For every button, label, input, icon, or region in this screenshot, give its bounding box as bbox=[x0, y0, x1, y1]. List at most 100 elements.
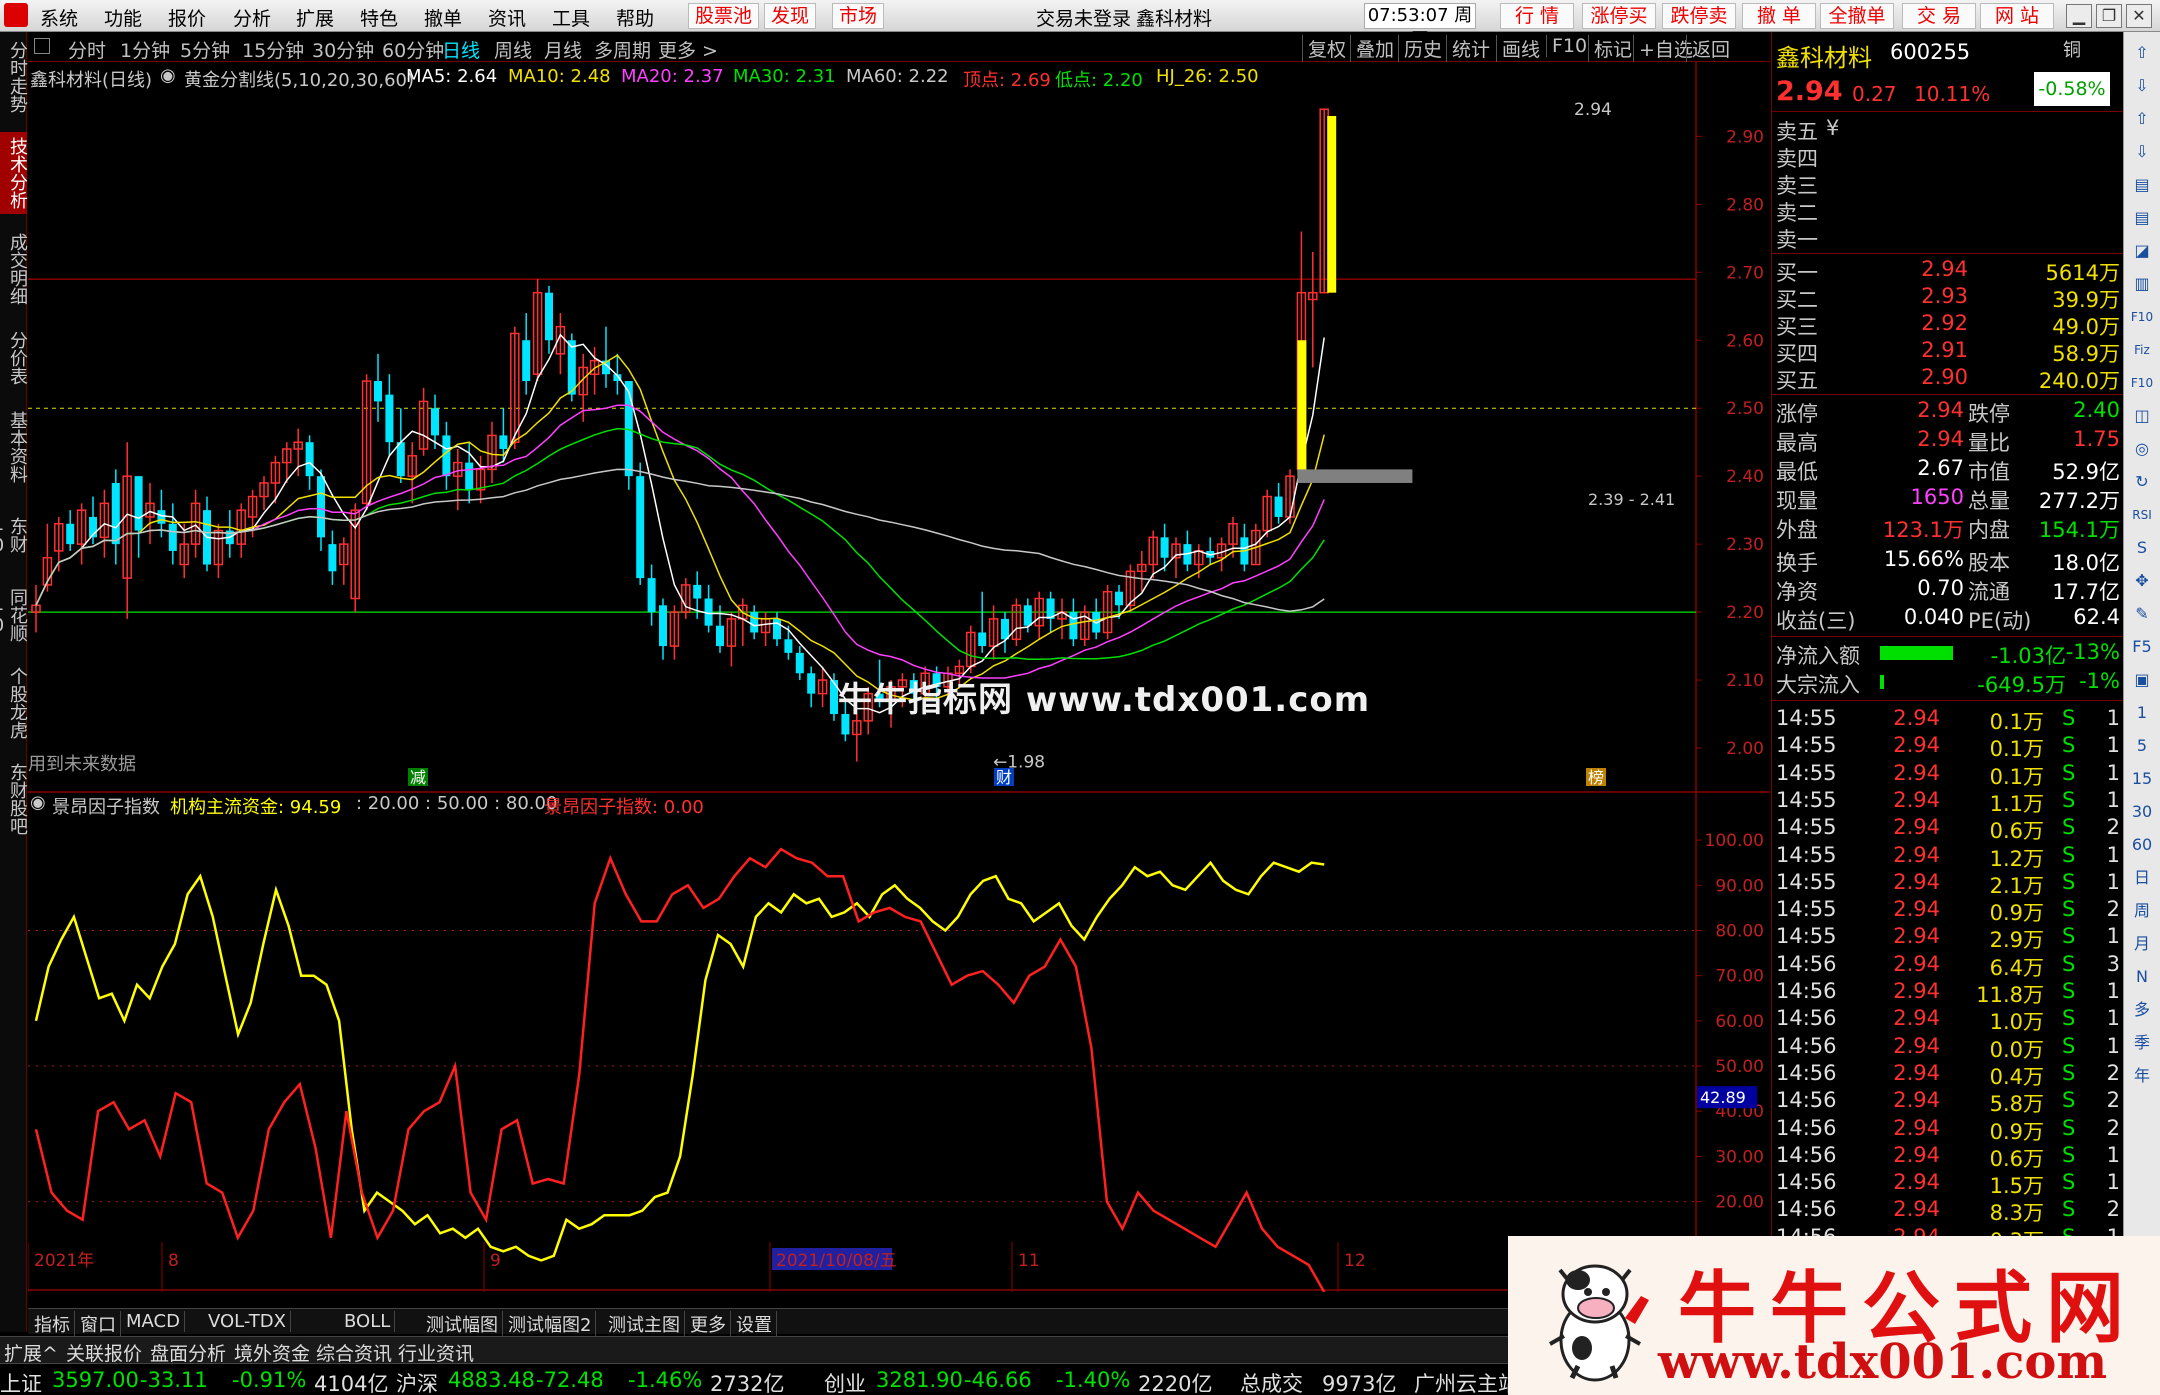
extension-tab-2[interactable]: 盘面分析 bbox=[150, 1339, 226, 1366]
right-tool-20[interactable]: 1 bbox=[2129, 700, 2155, 726]
right-tool-8[interactable]: F10 bbox=[2129, 304, 2155, 330]
right-tool-5[interactable]: ▤ bbox=[2129, 205, 2155, 231]
red-tool-2[interactable]: 市场 bbox=[832, 3, 885, 29]
period-tab-8[interactable]: 月线 bbox=[544, 36, 582, 63]
sell-row[interactable]: 卖五 ¥ bbox=[1772, 116, 2124, 144]
indicator-tab-3[interactable]: VOL-TDX bbox=[204, 1311, 291, 1332]
quick-button-5[interactable]: 交 易 bbox=[1902, 3, 1976, 29]
red-tool-1[interactable]: 发现 bbox=[764, 3, 817, 29]
sell-row[interactable]: 卖四 bbox=[1772, 143, 2124, 171]
sell-row[interactable]: 卖三 bbox=[1772, 170, 2124, 198]
right-tool-10[interactable]: F10 bbox=[2129, 370, 2155, 396]
chart-button-3[interactable]: 统计 bbox=[1446, 35, 1495, 62]
buy-row[interactable]: 买二 2.93 39.9万 bbox=[1772, 284, 2124, 312]
indicator-name[interactable]: 黄金分割线(5,10,20,30,60) bbox=[184, 66, 414, 92]
sell-row[interactable]: 卖一 bbox=[1772, 224, 2124, 252]
leftnav-item-1[interactable]: 技术分析 bbox=[0, 132, 28, 214]
extension-tab-4[interactable]: 综合资讯 bbox=[316, 1339, 392, 1366]
right-tool-22[interactable]: 15 bbox=[2129, 766, 2155, 792]
leftnav-item-8[interactable]: 东财股吧 bbox=[0, 758, 28, 840]
right-tool-0[interactable]: ⇧ bbox=[2129, 40, 2155, 66]
indicator-tab-0[interactable]: 指标 bbox=[30, 1311, 75, 1337]
menu-item-8[interactable]: 工具 bbox=[552, 4, 590, 31]
buy-row[interactable]: 买一 2.94 5614万 bbox=[1772, 257, 2124, 285]
chart-button-1[interactable]: 叠加 bbox=[1350, 35, 1399, 62]
menu-item-1[interactable]: 功能 bbox=[104, 4, 142, 31]
restore-button[interactable]: ❐ bbox=[2096, 4, 2122, 28]
period-tab-3[interactable]: 15分钟 bbox=[242, 36, 304, 63]
buy-row[interactable]: 买三 2.92 49.0万 bbox=[1772, 311, 2124, 339]
right-tool-18[interactable]: F5 bbox=[2129, 634, 2155, 660]
leftnav-item-6[interactable]: 同花顺10 bbox=[0, 582, 28, 648]
period-tab-10[interactable]: 更多 > bbox=[658, 36, 718, 63]
right-tool-21[interactable]: 5 bbox=[2129, 733, 2155, 759]
right-tool-26[interactable]: 周 bbox=[2129, 898, 2155, 924]
leftnav-item-0[interactable]: 分时走势 bbox=[0, 36, 28, 118]
leftnav-item-2[interactable]: 成交明细 bbox=[0, 228, 28, 310]
right-tool-14[interactable]: RSI bbox=[2129, 502, 2155, 528]
menu-item-7[interactable]: 资讯 bbox=[488, 4, 526, 31]
right-tool-4[interactable]: ▤ bbox=[2129, 172, 2155, 198]
chart-button-5[interactable]: F10 bbox=[1546, 35, 1592, 57]
right-tool-15[interactable]: S bbox=[2129, 535, 2155, 561]
chart-button-8[interactable]: 返回 bbox=[1686, 35, 1735, 62]
side-pct-badge[interactable]: -0.58% bbox=[2034, 72, 2110, 106]
period-tab-7[interactable]: 周线 bbox=[494, 36, 532, 63]
chart-button-2[interactable]: 历史 bbox=[1398, 35, 1447, 62]
chart-button-4[interactable]: 画线 bbox=[1496, 35, 1545, 62]
sub-indicator-name[interactable]: 景昂因子指数 bbox=[52, 793, 160, 819]
leftnav-item-3[interactable]: 分价表 bbox=[0, 324, 28, 392]
right-tool-6[interactable]: ◪ bbox=[2129, 238, 2155, 264]
indicator-tab-6[interactable]: 测试幅图2 bbox=[504, 1311, 597, 1337]
menu-item-9[interactable]: 帮助 bbox=[616, 4, 654, 31]
menu-item-4[interactable]: 扩展 bbox=[296, 4, 334, 31]
right-tool-19[interactable]: ▣ bbox=[2129, 667, 2155, 693]
extension-tab-3[interactable]: 境外资金 bbox=[234, 1339, 310, 1366]
quick-button-4[interactable]: 全撤单 bbox=[1820, 3, 1894, 29]
right-tool-30[interactable]: 季 bbox=[2129, 1030, 2155, 1056]
extension-tab-5[interactable]: 行业资讯 bbox=[398, 1339, 474, 1366]
right-tool-1[interactable]: ⇩ bbox=[2129, 73, 2155, 99]
leftnav-item-7[interactable]: 个股龙虎 bbox=[0, 662, 28, 744]
quick-button-2[interactable]: 跌停卖 bbox=[1662, 3, 1736, 29]
right-tool-7[interactable]: ▥ bbox=[2129, 271, 2155, 297]
red-tool-0[interactable]: 股票池 bbox=[688, 3, 760, 29]
menu-item-3[interactable]: 分析 bbox=[233, 4, 271, 31]
period-tab-9[interactable]: 多周期 bbox=[594, 36, 651, 63]
indicator-tab-8[interactable]: 更多 bbox=[686, 1311, 731, 1337]
quick-button-3[interactable]: 撤 单 bbox=[1742, 3, 1816, 29]
right-tool-17[interactable]: ✎ bbox=[2129, 601, 2155, 627]
right-tool-16[interactable]: ✥ bbox=[2129, 568, 2155, 594]
right-tool-29[interactable]: 多 bbox=[2129, 997, 2155, 1023]
extension-tab-0[interactable]: 扩展^ bbox=[4, 1339, 58, 1366]
chart-button-6[interactable]: 标记 bbox=[1588, 35, 1637, 62]
menu-item-2[interactable]: 报价 bbox=[168, 4, 206, 31]
indicator-tab-9[interactable]: 设置 bbox=[732, 1311, 777, 1337]
indicator-tab-5[interactable]: 测试幅图 bbox=[422, 1311, 503, 1337]
period-tab-0[interactable]: 分时 bbox=[68, 36, 106, 63]
extension-tab-1[interactable]: 关联报价 bbox=[66, 1339, 142, 1366]
leftnav-item-5[interactable]: 东财10 bbox=[0, 502, 28, 568]
right-tool-23[interactable]: 30 bbox=[2129, 799, 2155, 825]
buy-row[interactable]: 买四 2.91 58.9万 bbox=[1772, 338, 2124, 366]
right-tool-11[interactable]: ◫ bbox=[2129, 403, 2155, 429]
buy-row[interactable]: 买五 2.90 240.0万 bbox=[1772, 365, 2124, 393]
server-station[interactable]: 广州云主站 bbox=[1414, 1368, 1519, 1395]
right-tool-27[interactable]: 月 bbox=[2129, 931, 2155, 957]
index-name[interactable]: 上证 bbox=[0, 1368, 42, 1395]
right-tool-28[interactable]: N bbox=[2129, 964, 2155, 990]
quick-button-1[interactable]: 涨停买 bbox=[1582, 3, 1656, 29]
right-tool-2[interactable]: ⇧ bbox=[2129, 106, 2155, 132]
indicator-tab-2[interactable]: MACD bbox=[122, 1311, 185, 1332]
right-tool-24[interactable]: 60 bbox=[2129, 832, 2155, 858]
chart-button-0[interactable]: 复权 bbox=[1302, 35, 1351, 62]
right-tool-12[interactable]: ◎ bbox=[2129, 436, 2155, 462]
index-name[interactable]: 沪深 bbox=[396, 1368, 438, 1395]
quick-button-6[interactable]: 网 站 bbox=[1980, 3, 2054, 29]
quick-button-0[interactable]: 行 情 bbox=[1500, 3, 1574, 29]
close-button[interactable]: ✕ bbox=[2126, 4, 2152, 28]
sub-indicator-toggle-icon[interactable]: ◉ bbox=[30, 792, 46, 813]
indicator-toggle-icon[interactable]: ◉ bbox=[160, 65, 176, 86]
indicator-tab-4[interactable]: BOLL bbox=[340, 1311, 396, 1332]
minimize-button[interactable]: ▁ bbox=[2066, 4, 2092, 28]
